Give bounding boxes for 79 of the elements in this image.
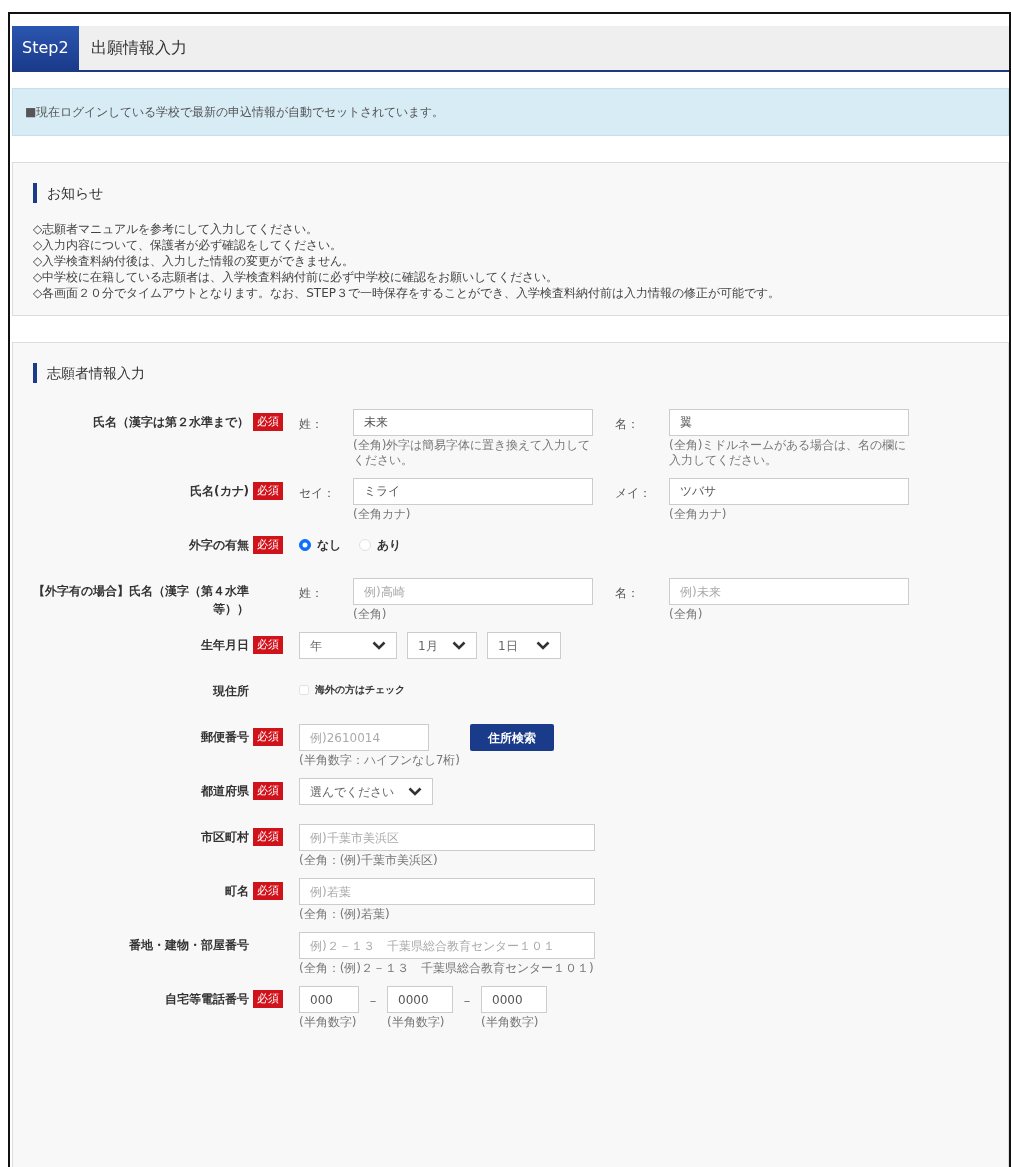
name-part-label: メイ： bbox=[615, 485, 652, 502]
notice-line: ◇各画面２０分でタイムアウトとなります。なお、STEP３で一時保存をすることができ、入学検査料納付前は入力情報の修正が可能です。 bbox=[33, 285, 781, 301]
page-title: 出願情報入力 bbox=[89, 37, 188, 59]
input-hint: (半角数字) bbox=[299, 1015, 358, 1030]
section-heading: 志願者情報入力 bbox=[33, 363, 145, 383]
separator: － bbox=[461, 993, 473, 1010]
input-hint: (全角)外字は簡易字体に置き換えて入力してください。 bbox=[353, 438, 592, 468]
field-label: 氏名（漢字は第２水準まで） bbox=[93, 414, 249, 431]
name-part-label: 姓： bbox=[299, 585, 324, 602]
option-label[interactable]: 海外の方はチェック bbox=[315, 682, 405, 697]
required-badge: 必須 bbox=[253, 782, 283, 800]
option-label[interactable]: なし bbox=[317, 536, 341, 554]
required-badge: 必須 bbox=[253, 990, 283, 1008]
input-hint: (全角)ミドルネームがある場合は、名の欄に入力してください。 bbox=[669, 438, 908, 468]
text-input[interactable]: 翼 bbox=[669, 409, 909, 436]
input-hint: (半角数字) bbox=[481, 1015, 540, 1030]
input-hint: (半角数字：ハイフンなし7桁) bbox=[299, 753, 460, 768]
field-label: 外字の有無 bbox=[189, 537, 249, 554]
option-label[interactable]: あり bbox=[377, 536, 401, 554]
input-hint: (全角カナ) bbox=[669, 507, 728, 522]
field-label: 氏名(カナ) bbox=[190, 483, 249, 500]
select-field[interactable]: 1日 bbox=[487, 632, 561, 659]
separator: － bbox=[367, 993, 379, 1010]
field-label: 現住所 bbox=[213, 683, 249, 700]
field-label: 町名 bbox=[225, 883, 249, 900]
step-label: Step2 bbox=[12, 26, 79, 70]
required-badge: 必須 bbox=[253, 882, 283, 900]
radio-button[interactable] bbox=[299, 539, 311, 551]
input-hint: (全角) bbox=[669, 607, 704, 622]
name-part-label: セイ： bbox=[299, 485, 336, 502]
chevron-icon bbox=[408, 787, 422, 796]
field-label: 生年月日 bbox=[201, 637, 249, 654]
name-part-label: 姓： bbox=[299, 416, 324, 433]
field-label: 番地・建物・部屋番号 bbox=[129, 937, 249, 954]
checkbox[interactable] bbox=[299, 684, 309, 695]
text-input[interactable]: ミライ bbox=[353, 478, 593, 505]
notice-line: ◇中学校に在籍している志願者は、入学検査料納付前に必ず中学校に確認をお願いしてください。 bbox=[33, 269, 560, 285]
chevron-icon bbox=[452, 641, 466, 650]
text-input[interactable]: 例)2610014 bbox=[299, 724, 429, 751]
required-badge: 必須 bbox=[253, 636, 283, 654]
text-input[interactable]: 例)高崎 bbox=[353, 578, 593, 605]
input-hint: (全角：(例)千葉市美浜区) bbox=[299, 853, 439, 868]
text-input[interactable]: 例)２－１３ 千葉県総合教育センター１０１ bbox=[299, 932, 595, 959]
notice-line: ◇志願者マニュアルを参考にして入力してください。 bbox=[33, 221, 320, 237]
required-badge: 必須 bbox=[253, 482, 283, 500]
section-heading: お知らせ bbox=[33, 183, 103, 203]
field-label: 自宅等電話番号 bbox=[165, 991, 249, 1008]
text-input[interactable]: 0000 bbox=[481, 986, 547, 1013]
name-part-label: 名： bbox=[615, 416, 640, 433]
input-hint: (全角) bbox=[353, 607, 388, 622]
required-badge: 必須 bbox=[253, 536, 283, 554]
field-label: 市区町村 bbox=[201, 829, 249, 846]
text-input[interactable]: 0000 bbox=[387, 986, 453, 1013]
text-input[interactable]: 例)未来 bbox=[669, 578, 909, 605]
input-hint: (全角カナ) bbox=[353, 507, 412, 522]
text-input[interactable]: 例)若葉 bbox=[299, 878, 595, 905]
select-field[interactable]: 年 bbox=[299, 632, 397, 659]
address-search-button[interactable]: 住所検索 bbox=[470, 724, 554, 751]
field-label: 【外字有の場合】氏名（漢字（第４水準等）） bbox=[33, 583, 249, 618]
notice-line: ◇入学検査料納付後は、入力した情報の変更ができません。 bbox=[33, 253, 356, 269]
chevron-icon bbox=[372, 641, 386, 650]
required-badge: 必須 bbox=[253, 828, 283, 846]
required-badge: 必須 bbox=[253, 413, 283, 431]
field-label: 都道府県 bbox=[201, 783, 249, 800]
text-input[interactable]: 未来 bbox=[353, 409, 593, 436]
name-part-label: 名： bbox=[615, 585, 640, 602]
input-hint: (全角：(例)若葉) bbox=[299, 907, 391, 922]
select-field[interactable]: 1月 bbox=[407, 632, 477, 659]
text-input[interactable]: ツバサ bbox=[669, 478, 909, 505]
required-badge: 必須 bbox=[253, 728, 283, 746]
info-alert: ■現在ログインしている学校で最新の申込情報が自動でセットされています。 bbox=[12, 88, 1009, 136]
notice-line: ◇入力内容について、保護者が必ず確認をしてください。 bbox=[33, 237, 344, 253]
text-input[interactable]: 000 bbox=[299, 986, 359, 1013]
input-hint: (半角数字) bbox=[387, 1015, 446, 1030]
input-hint: (全角：(例)２－１３ 千葉県総合教育センター１０１) bbox=[299, 961, 595, 976]
text-input[interactable]: 例)千葉市美浜区 bbox=[299, 824, 595, 851]
select-field[interactable]: 選んでください bbox=[299, 778, 433, 805]
chevron-icon bbox=[536, 641, 550, 650]
field-label: 郵便番号 bbox=[201, 729, 249, 746]
